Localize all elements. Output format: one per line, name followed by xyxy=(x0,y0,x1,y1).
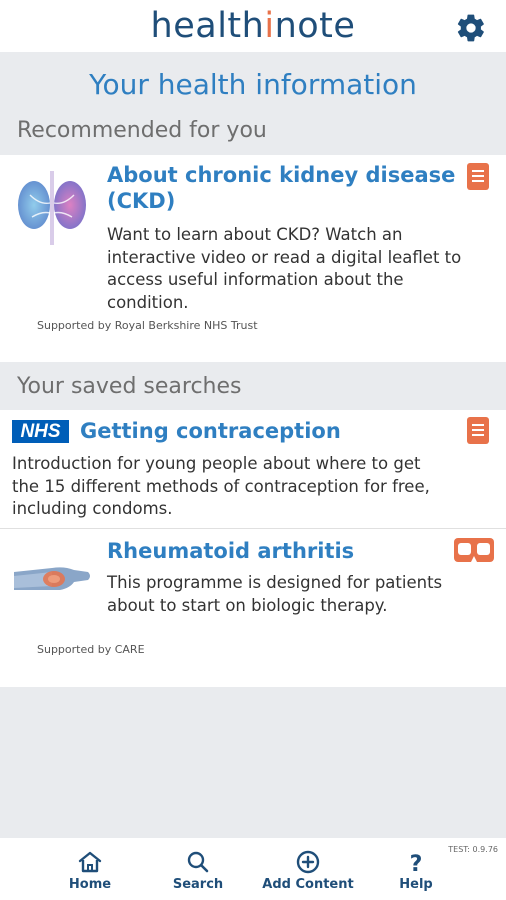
app-header: healthinote xyxy=(0,0,506,52)
nav-help-label: Help xyxy=(399,877,433,892)
help-icon: ? xyxy=(410,852,423,874)
add-circle-icon xyxy=(296,850,320,874)
recommended-heading: Recommended for you xyxy=(17,118,267,143)
version-label: TEST: 0.9.76 xyxy=(448,845,498,854)
nav-search[interactable]: Search xyxy=(166,850,230,892)
recommended-card-ckd[interactable]: About chronic kidney disease (CKD) Want … xyxy=(0,155,506,362)
kidney-illustration xyxy=(10,165,96,249)
nav-add-content[interactable]: Add Content xyxy=(256,850,360,892)
svg-text:?: ? xyxy=(410,852,423,874)
card-title[interactable]: Rheumatoid arthritis xyxy=(107,538,354,564)
supported-by-label: Supported by CARE xyxy=(37,643,145,656)
vr-headset-icon xyxy=(454,538,494,562)
document-icon xyxy=(467,163,489,190)
card-description: Introduction for young people about wher… xyxy=(12,454,430,518)
nav-home-label: Home xyxy=(68,877,112,892)
nhs-logo: NHS xyxy=(12,420,69,443)
saved-searches-heading: Your saved searches xyxy=(17,374,242,399)
card-description: Want to learn about CKD? Watch an intera… xyxy=(107,225,462,312)
gear-icon[interactable] xyxy=(455,12,487,44)
nav-add-content-label: Add Content xyxy=(262,877,354,892)
nav-home[interactable]: Home xyxy=(60,850,120,892)
app-logo: healthinote xyxy=(150,6,356,46)
divider xyxy=(0,528,506,529)
page-title: Your health information xyxy=(89,68,417,101)
nav-search-label: Search xyxy=(172,877,224,892)
home-icon xyxy=(78,851,102,873)
hand-wrist-illustration xyxy=(12,558,92,598)
supported-by-label: Supported by Royal Berkshire NHS Trust xyxy=(37,319,258,332)
card-description: This programme is designed for patients … xyxy=(107,573,443,615)
search-icon xyxy=(187,851,209,873)
nav-help[interactable]: ? Help xyxy=(386,850,446,892)
document-icon xyxy=(467,417,489,444)
card-title[interactable]: Getting contraception xyxy=(80,418,341,444)
card-title[interactable]: About chronic kidney disease (CKD) xyxy=(107,162,455,214)
